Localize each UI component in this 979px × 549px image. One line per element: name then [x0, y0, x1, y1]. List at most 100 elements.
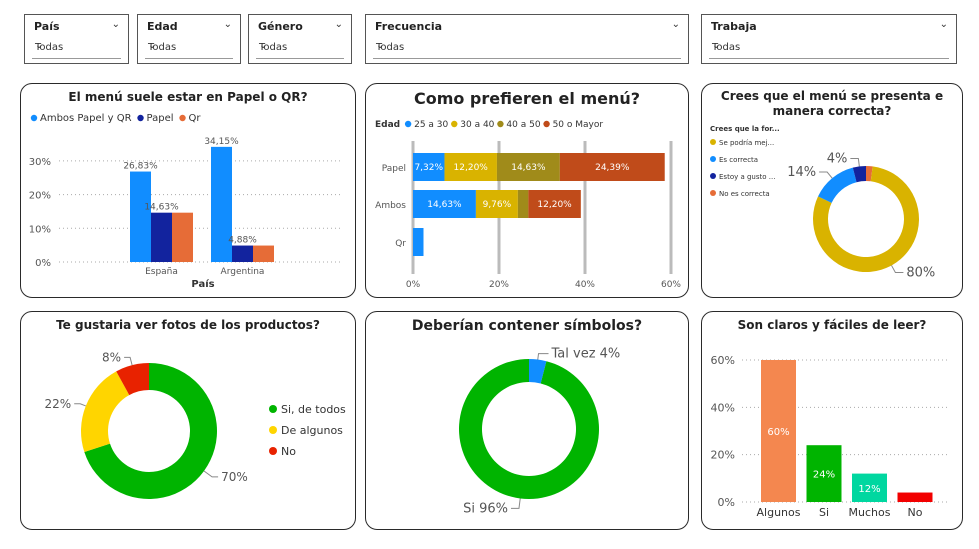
legend-marker	[269, 426, 277, 434]
data-label: 34,15%	[204, 137, 239, 147]
chart-card-papel-qr[interactable]: El menú suele estar en Papel o QR? Ambos…	[20, 83, 356, 298]
data-label: 80%	[906, 265, 935, 280]
data-label: 24%	[813, 470, 835, 481]
data-label: Tal vez 4%	[551, 347, 621, 362]
chevron-down-icon[interactable]: ⌄	[335, 19, 343, 30]
data-label: 14,63%	[511, 163, 546, 173]
data-label: 22%	[45, 397, 72, 411]
slicer-dropdown[interactable]: Todas ⌄	[373, 39, 681, 59]
chevron-down-icon: ⌄	[712, 40, 721, 51]
legend-label: No	[281, 445, 296, 458]
donut-slice	[459, 359, 599, 499]
data-label: 24,39%	[595, 163, 630, 173]
chevron-down-icon: ⌄	[35, 40, 44, 51]
data-label: 4,88%	[228, 236, 257, 246]
y-tick-label: Qr	[395, 239, 406, 249]
chart-card-claros[interactable]: Son claros y fáciles de leer? 0% 20% 40% 60…	[701, 311, 963, 530]
legend-label: Se podría mej...	[719, 139, 774, 147]
slicer-genero[interactable]: Género ⌄ Todas ⌄	[248, 14, 352, 64]
bar	[413, 228, 424, 256]
chevron-down-icon[interactable]: ⌄	[112, 19, 120, 30]
legend-marker	[497, 120, 504, 128]
legend-label: 25 a 30	[414, 120, 448, 130]
chevron-down-icon: ⌄	[376, 40, 385, 51]
y-tick-label: 40%	[711, 401, 735, 414]
callout-line	[891, 265, 904, 273]
chart-card-fotos[interactable]: Te gustaria ver fotos de los productos? …	[20, 311, 356, 530]
y-tick-label: 20%	[29, 191, 51, 202]
x-tick-label: No	[908, 506, 923, 519]
chart-preferencia: Edad 25 a 30 30 a 40 40 a 50 50 o Mayor 0% 20%…	[375, 120, 681, 290]
data-label: 12%	[858, 484, 880, 495]
slicer-title: País	[34, 20, 60, 33]
y-tick-label: 60%	[711, 354, 735, 367]
slicer-frecuencia[interactable]: Frecuencia ⌄ Todas ⌄	[365, 14, 689, 64]
y-tick-label: Ambos	[375, 201, 406, 211]
slicer-title: Frecuencia	[375, 20, 443, 33]
data-label: 14,63%	[427, 200, 462, 210]
slicer-dropdown[interactable]: Todas ⌄	[709, 39, 949, 59]
slicer-edad[interactable]: Edad ⌄ Todas ⌄	[137, 14, 241, 64]
y-tick-label: Papel	[382, 164, 406, 174]
data-label: 7,32%	[414, 163, 443, 173]
data-label: 9,76%	[483, 200, 512, 210]
legend-label: Si, de todos	[281, 403, 346, 416]
legend-marker	[269, 405, 277, 413]
x-tick-label: España	[145, 267, 178, 277]
legend-marker	[30, 114, 38, 122]
x-axis-title: País	[191, 278, 214, 290]
callout-line	[74, 403, 86, 407]
legend-label: Es correcta	[719, 156, 758, 164]
y-tick-label: 20%	[711, 449, 735, 462]
donut-slice	[818, 167, 857, 203]
legend-marker	[710, 190, 716, 196]
slicer-trabaja[interactable]: Trabaja ⌄ Todas ⌄	[701, 14, 957, 64]
chevron-down-icon[interactable]: ⌄	[672, 19, 680, 30]
callout-line	[203, 470, 219, 478]
legend-label: 40 a 50	[506, 120, 540, 130]
legend-label: Qr	[189, 113, 202, 124]
legend-marker	[404, 120, 412, 128]
x-tick-label: 20%	[489, 280, 509, 290]
chevron-down-icon[interactable]: ⌄	[224, 19, 232, 30]
chart-papel-qr: Ambos Papel y QR Papel Qr 0% 10% 20% 30% 26,83%…	[29, 113, 341, 290]
data-label: Si 96%	[463, 501, 508, 516]
legend-label: 50 o Mayor	[553, 120, 604, 130]
y-tick-label: 30%	[29, 157, 51, 168]
legend-marker	[269, 447, 277, 455]
chart-presentacion: Crees que la for... Se podría mej... Es co…	[710, 125, 935, 280]
chart-fotos: 70% 22% 8% Si, de todos De algunos No	[45, 350, 346, 499]
legend-marker	[710, 139, 716, 145]
slicer-dropdown[interactable]: Todas ⌄	[256, 39, 344, 59]
data-label: 26,83%	[123, 162, 158, 172]
chevron-down-icon: ⌄	[259, 40, 268, 51]
x-tick-label: 40%	[575, 280, 595, 290]
legend-label: Papel	[147, 113, 174, 124]
donut-slice	[81, 371, 130, 453]
chevron-down-icon[interactable]: ⌄	[940, 19, 948, 30]
slicer-title: Edad	[147, 20, 178, 33]
legend-label: Estoy a gusto ...	[719, 173, 775, 181]
data-label: 14%	[787, 165, 816, 180]
data-label: 4%	[827, 151, 848, 166]
chart-card-simbolos[interactable]: Deberían contener símbolos? Si 96% Tal ve…	[365, 311, 689, 530]
callout-line	[537, 353, 549, 360]
chart-claros: 0% 20% 40% 60% 60% Algunos 24% Si 12% Muchos No	[711, 354, 948, 519]
callout-line	[819, 171, 833, 179]
legend-marker	[543, 120, 550, 128]
legend-title: Edad	[375, 120, 400, 130]
slicer-pais[interactable]: País ⌄ Todas ⌄	[24, 14, 129, 64]
legend-label: 30 a 40	[460, 120, 494, 130]
x-tick-label: Algunos	[757, 506, 801, 519]
slicer-dropdown[interactable]: Todas ⌄	[32, 39, 121, 59]
x-tick-label: 0%	[406, 280, 421, 290]
chart-card-presentacion[interactable]: Crees que el menú se presenta e manera c…	[701, 83, 963, 298]
chart-card-preferencia[interactable]: Como prefieren el menú? Edad 25 a 30 30 a …	[365, 83, 689, 298]
y-tick-label: 0%	[718, 496, 735, 509]
slicer-dropdown[interactable]: Todas ⌄	[145, 39, 233, 59]
bar	[232, 245, 253, 262]
legend-label: Ambos Papel y QR	[40, 113, 132, 124]
y-tick-label: 10%	[29, 224, 51, 235]
legend-label: De algunos	[281, 424, 343, 437]
bar	[897, 492, 933, 502]
